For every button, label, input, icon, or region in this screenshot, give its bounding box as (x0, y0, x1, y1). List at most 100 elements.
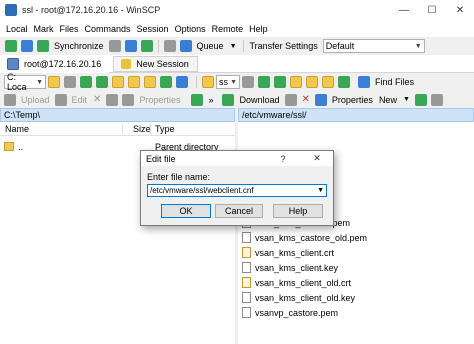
file-name: vsan_kms_client.key (255, 262, 339, 273)
list-item[interactable]: vsan_kms_castore_old.pem (242, 231, 367, 244)
synchronize-button[interactable]: Synchronize (54, 41, 104, 51)
window-title: ssl - root@172.16.20.16 - WinSCP (22, 5, 161, 15)
keep-up-to-date-icon[interactable] (140, 40, 153, 52)
remote-folder-icon[interactable] (202, 76, 214, 88)
edit-file-dialog: Edit file ? ✕ Enter file name: /etc/vmwa… (140, 150, 334, 226)
synchronize-icon[interactable] (37, 40, 49, 52)
list-item[interactable]: vsan_kms_client_old.crt (242, 276, 351, 289)
column-size[interactable]: Size (133, 122, 151, 136)
chevron-down-icon[interactable]: ▼ (317, 185, 324, 196)
remote-properties-icon[interactable] (314, 93, 327, 106)
download-icon[interactable] (222, 93, 235, 106)
menu-local[interactable]: Local (6, 24, 28, 34)
menu-files[interactable]: Files (60, 24, 79, 34)
session-tabs: root@172.16.20.16 New Session (0, 54, 474, 73)
list-item[interactable]: vsanvp_castore.pem (242, 306, 338, 319)
download-button[interactable]: Download (239, 95, 279, 105)
remote-directory-select[interactable]: ss ▼ (216, 75, 240, 89)
more-icon[interactable]: » (208, 95, 213, 105)
transfer-settings-value: Default (325, 41, 355, 51)
compare-directories-icon[interactable] (5, 40, 17, 52)
menu-session[interactable]: Session (137, 24, 169, 34)
tab-active-session[interactable]: root@172.16.20.16 (0, 54, 110, 73)
upload-button[interactable]: Upload (21, 95, 50, 105)
queue-dropdown-icon[interactable]: ▼ (230, 43, 237, 50)
remote-directory-value: ss (219, 77, 228, 87)
help-button[interactable]: Help (273, 204, 323, 218)
find-icon[interactable] (176, 76, 188, 88)
remote-delete-icon[interactable]: ✕ (302, 94, 310, 105)
console-icon[interactable] (108, 40, 121, 52)
file-icon (242, 232, 251, 243)
parent-directory-icon[interactable] (112, 76, 124, 88)
list-item[interactable]: vsan_kms_client.key (242, 261, 338, 274)
remote-forward-icon[interactable] (274, 76, 286, 88)
new-session-label: New Session (136, 58, 189, 69)
local-drive-select[interactable]: C: Loca ▼ (4, 72, 46, 92)
queue-button[interactable]: Queue (197, 41, 224, 51)
menu-commands[interactable]: Commands (85, 24, 131, 34)
menu-mark[interactable]: Mark (34, 24, 54, 34)
file-icon (242, 307, 251, 318)
folder-icon[interactable] (48, 76, 60, 88)
remote-parent-icon[interactable] (290, 76, 302, 88)
putty-icon[interactable] (124, 40, 137, 52)
edit-button[interactable]: Edit (72, 95, 88, 105)
rename-icon[interactable] (106, 93, 119, 106)
column-name[interactable]: Name (5, 122, 29, 136)
find-files-button[interactable]: Find Files (375, 77, 414, 87)
list-item[interactable]: vsan_kms_client_old.key (242, 291, 355, 304)
list-item[interactable]: .. (4, 140, 23, 153)
help-icon[interactable]: ? (273, 151, 293, 166)
minimize-button[interactable]: — (390, 0, 418, 20)
remote-new-button[interactable]: New (379, 95, 397, 105)
remote-properties-button[interactable]: Properties (332, 95, 373, 105)
local-column-header (0, 122, 235, 136)
remote-back-icon[interactable] (258, 76, 270, 88)
local-properties-button[interactable]: Properties (139, 95, 180, 105)
menu-options[interactable]: Options (175, 24, 206, 34)
back-icon[interactable] (80, 76, 92, 88)
list-item[interactable]: vsan_kms_client.crt (242, 246, 334, 259)
cancel-button[interactable]: Cancel (215, 204, 263, 218)
edit-icon[interactable] (54, 93, 67, 106)
queue-icon[interactable] (179, 40, 192, 52)
new-session-tab[interactable]: New Session (113, 55, 198, 72)
home-directory-icon[interactable] (144, 76, 156, 88)
file-name-input[interactable]: /etc/vmware/ssl/webclient.cnf ▼ (147, 184, 327, 197)
upload-icon[interactable] (4, 93, 16, 106)
operations-toolbar: Upload Edit ✕ Properties » Download ✕ Pr… (0, 91, 474, 108)
find-files-icon[interactable] (358, 76, 370, 88)
dialog-title: Edit file (146, 153, 176, 164)
column-divider (150, 124, 151, 134)
new-icon[interactable] (191, 93, 204, 106)
transfer-settings-select[interactable]: Default ▼ (322, 39, 425, 53)
delete-icon[interactable]: ✕ (93, 94, 101, 105)
transfer-settings-label: Transfer Settings (249, 41, 318, 51)
filter-icon[interactable] (64, 76, 76, 88)
remote-home-icon[interactable] (322, 76, 334, 88)
remote-root-icon[interactable] (306, 76, 318, 88)
menu-help[interactable]: Help (249, 24, 268, 34)
remote-edit-icon[interactable] (284, 93, 297, 106)
refresh-icon[interactable] (160, 76, 172, 88)
remote-filter-icon[interactable] (242, 76, 254, 88)
add-icon[interactable] (414, 93, 427, 106)
panel-separator (196, 76, 197, 88)
column-type[interactable]: Type (155, 122, 175, 136)
preferences-icon[interactable] (163, 40, 176, 52)
sync-browsing-icon[interactable] (21, 40, 33, 52)
maximize-button[interactable]: ☐ (418, 0, 446, 20)
filter-mask-icon[interactable] (430, 93, 443, 106)
properties-icon[interactable] (122, 93, 135, 106)
ok-button[interactable]: OK (161, 204, 211, 218)
dialog-close-button[interactable]: ✕ (307, 151, 327, 166)
new-dropdown-icon[interactable]: ▼ (403, 96, 410, 103)
menu-remote[interactable]: Remote (212, 24, 244, 34)
remote-refresh-icon[interactable] (338, 76, 350, 88)
close-button[interactable]: ✕ (446, 0, 474, 20)
forward-icon[interactable] (96, 76, 108, 88)
local-drive-value: C: Loca (7, 72, 27, 92)
root-directory-icon[interactable] (128, 76, 140, 88)
certificate-icon (242, 277, 251, 288)
